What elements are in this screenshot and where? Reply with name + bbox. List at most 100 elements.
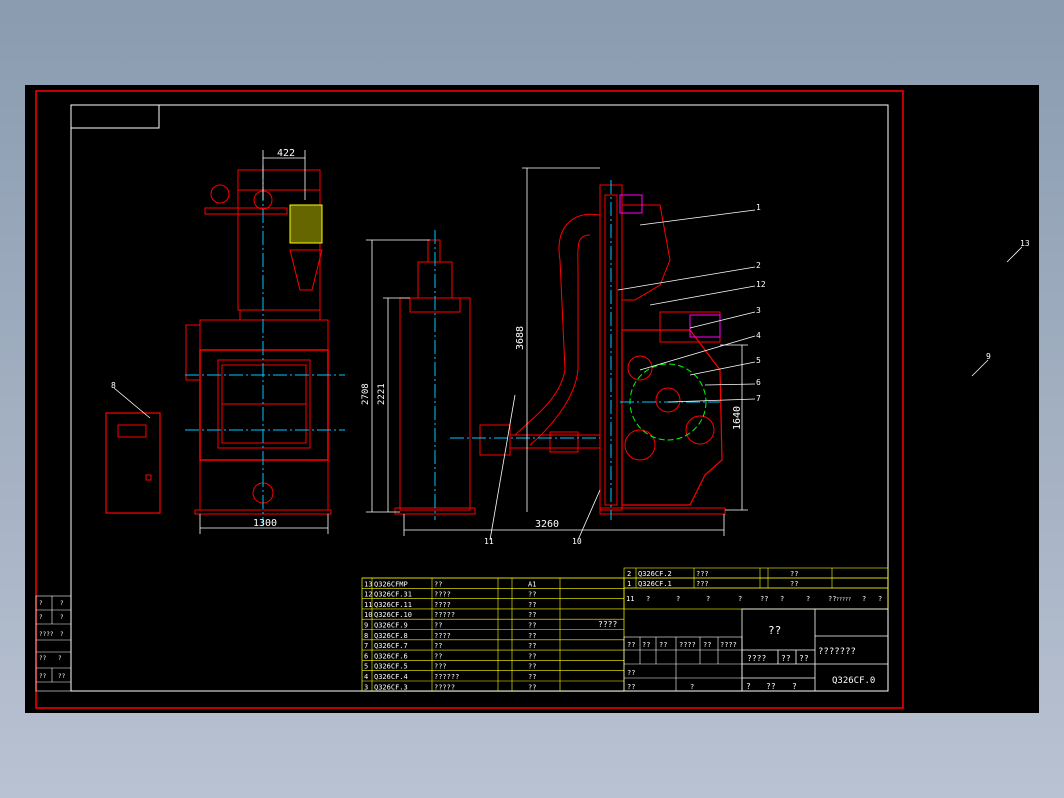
grid-cell: ???? — [720, 641, 737, 649]
grid-cell: ?? — [659, 641, 667, 649]
drawing-number: Q326CF.0 — [832, 676, 875, 686]
grid-cell: ?? — [703, 641, 711, 649]
leader-label: 2 — [756, 261, 761, 270]
stamp-cell: ?? — [58, 673, 66, 680]
upper-no: 2 — [627, 570, 631, 578]
title-subtitle: ??????? — [818, 647, 856, 657]
dim-front-width: 1300 — [253, 518, 277, 529]
grid-cell: ?? — [627, 641, 635, 649]
header-cell: ? — [806, 595, 810, 603]
header-cell: 11 — [626, 595, 634, 603]
parts-code: Q326CF.4 — [374, 673, 408, 681]
header-cell: ????? — [836, 597, 851, 603]
scale-cell: ?? — [799, 654, 809, 663]
upper-name: ??? — [696, 580, 709, 588]
title-name: ?? — [768, 624, 781, 637]
stamp-cell: ? — [60, 614, 64, 621]
parts-no: 13 — [364, 580, 372, 588]
sheet-cell: ? — [792, 682, 797, 691]
parts-no: 9 — [364, 622, 368, 630]
parts-material: ?? — [528, 622, 536, 630]
dim-top-width: 422 — [277, 148, 295, 159]
leader-label: 11 — [484, 537, 494, 546]
stamp-cell: ???? — [39, 631, 54, 638]
parts-no: 3 — [364, 683, 368, 691]
parts-name: ?????? — [434, 673, 459, 681]
grid-cell: ?? — [627, 669, 635, 677]
leader-label: 7 — [756, 394, 761, 403]
cad-drawing: 422 1300 2708 2221 3688 3260 1640 1 2 12… — [25, 85, 1039, 713]
leader-label: 6 — [756, 378, 761, 387]
upper-code: Q326CF.2 — [638, 570, 672, 578]
scale-cell: ?? — [781, 654, 791, 663]
leader-label: 13 — [1020, 239, 1030, 248]
parts-material: A1 — [528, 580, 536, 588]
leader-label: 4 — [756, 331, 761, 340]
parts-no: 8 — [364, 632, 368, 640]
stamp-cell: ?? — [39, 673, 47, 680]
parts-code: Q326CF.10 — [374, 611, 412, 619]
parts-name: ?? — [434, 622, 442, 630]
parts-no: 7 — [364, 642, 368, 650]
parts-no: 4 — [364, 673, 368, 681]
stamp-cell: ?? — [39, 655, 47, 662]
dim-side-width: 3260 — [535, 519, 559, 530]
parts-name: ?? — [434, 652, 442, 660]
parts-material: ?? — [528, 652, 536, 660]
grid-cell: ? — [690, 683, 694, 691]
scale-cell: ???? — [747, 654, 766, 663]
leader-label: 8 — [111, 381, 116, 390]
header-cell: ? — [738, 595, 742, 603]
header-cell: ? — [878, 595, 882, 603]
sheet-cell: ? — [746, 682, 751, 691]
stamp-cell: ? — [39, 600, 43, 607]
header-cell: ? — [646, 595, 650, 603]
header-cell: ? — [706, 595, 710, 603]
parts-no: 5 — [364, 663, 368, 671]
parts-name: ??? — [434, 663, 447, 671]
dim-collector-inner: 2221 — [377, 383, 387, 405]
parts-material: ?? — [528, 673, 536, 681]
leader-label: 5 — [756, 356, 761, 365]
grid-cell: ???? — [679, 641, 696, 649]
upper-code: Q326CF.1 — [638, 580, 672, 588]
grid-cell: ?? — [642, 641, 650, 649]
header-cell: ?? — [760, 595, 768, 603]
parts-material: ?? — [528, 642, 536, 650]
dim-chamber-height: 1640 — [732, 406, 743, 430]
parts-no: 10 — [364, 611, 372, 619]
parts-code: Q326CF.3 — [374, 683, 408, 691]
sheet-cell: ?? — [766, 682, 776, 691]
parts-name: ???? — [434, 632, 451, 640]
dim-side-height: 3688 — [515, 326, 526, 350]
parts-code: Q326CF.7 — [374, 642, 408, 650]
parts-no: 11 — [364, 601, 372, 609]
header-cell: ? — [862, 595, 866, 603]
parts-name: ????? — [434, 611, 455, 619]
parts-code: Q326CF.6 — [374, 652, 408, 660]
parts-name: ?? — [434, 580, 442, 588]
parts-code: Q326CF.31 — [374, 591, 412, 599]
parts-code: Q326CF.8 — [374, 632, 408, 640]
parts-material: ?? — [528, 683, 536, 691]
parts-name: ???? — [434, 601, 451, 609]
parts-name: ???? — [434, 591, 451, 599]
stamp-cell: ? — [60, 631, 64, 638]
parts-material: ?? — [528, 632, 536, 640]
leader-label: 9 — [986, 352, 991, 361]
upper-no: 1 — [627, 580, 631, 588]
dim-collector-outer: 2708 — [361, 383, 371, 405]
leader-label: 3 — [756, 306, 761, 315]
parts-code: Q326CF.11 — [374, 601, 412, 609]
parts-code: Q326CF.9 — [374, 622, 408, 630]
parts-material: ?? — [528, 601, 536, 609]
parts-no: 12 — [364, 591, 372, 599]
stamp-cell: ? — [39, 614, 43, 621]
parts-material: ?? — [528, 663, 536, 671]
parts-material: ?? — [528, 611, 536, 619]
stamp-cell: ? — [60, 600, 64, 607]
leader-label: 10 — [572, 537, 582, 546]
upper-mat: ?? — [790, 570, 798, 578]
leader-label: 12 — [756, 280, 766, 289]
parts-code: Q326CFMP — [374, 580, 408, 588]
